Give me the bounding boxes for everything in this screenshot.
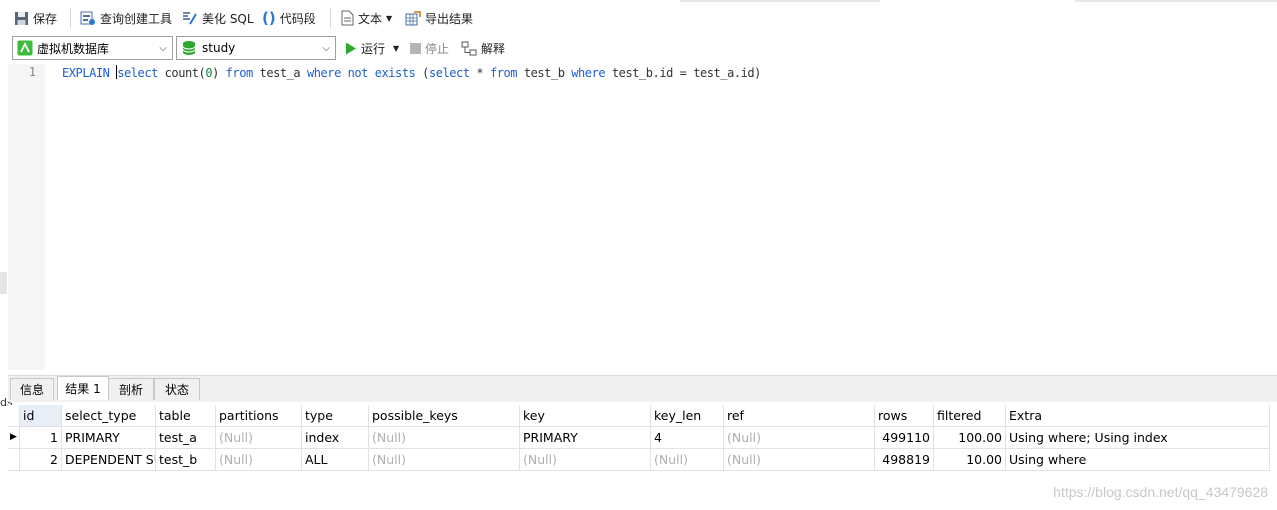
- column-header[interactable]: key: [520, 405, 651, 427]
- main-toolbar: 保存 查询创建工具 美化 SQL () 代码段 文本 ▼ 导出结果: [0, 0, 1277, 34]
- database-name: study: [202, 41, 236, 55]
- editor-gutter: [8, 64, 45, 370]
- save-icon: [15, 11, 28, 25]
- text-menu-button[interactable]: 文本 ▼: [341, 8, 392, 28]
- toolbar-divider: [330, 8, 331, 28]
- run-label: 运行: [361, 41, 386, 56]
- cell-rows[interactable]: 499110: [875, 427, 934, 449]
- query-builder-button[interactable]: 查询创建工具: [80, 8, 172, 28]
- cell-partitions[interactable]: (Null): [216, 427, 302, 449]
- column-header[interactable]: table: [156, 405, 216, 427]
- sql-editor[interactable]: EXPLAIN select count(0) from test_a wher…: [62, 65, 761, 80]
- tab-info[interactable]: 信息: [10, 378, 54, 400]
- export-label: 导出结果: [425, 11, 474, 26]
- snippet-button[interactable]: () 代码段: [262, 8, 316, 28]
- tab-result-1[interactable]: 结果 1: [57, 376, 109, 400]
- cell-select-type[interactable]: PRIMARY: [62, 427, 156, 449]
- run-button[interactable]: 运行 ▼: [345, 38, 399, 58]
- stop-button[interactable]: 停止: [410, 38, 449, 58]
- cell-filtered[interactable]: 10.00: [934, 449, 1006, 471]
- connection-name: 虚拟机数据库: [37, 41, 110, 56]
- save-label: 保存: [33, 11, 58, 26]
- stop-label: 停止: [425, 41, 450, 56]
- column-header[interactable]: ref: [724, 405, 875, 427]
- cell-id[interactable]: 2: [20, 449, 62, 471]
- tab-strip-edge: [1075, 0, 1277, 2]
- connection-icon: [17, 40, 33, 56]
- explain-button[interactable]: 解释: [461, 38, 505, 58]
- cell-table[interactable]: test_a: [156, 427, 216, 449]
- column-header[interactable]: filtered: [934, 405, 1006, 427]
- cell-ref[interactable]: (Null): [724, 427, 875, 449]
- row-marker: [8, 449, 20, 471]
- cell-key[interactable]: (Null): [520, 449, 651, 471]
- cell-select-type[interactable]: DEPENDENT SUBQUERY: [62, 449, 156, 471]
- current-row-marker: ▶: [8, 427, 20, 449]
- query-builder-label: 查询创建工具: [100, 11, 173, 26]
- beautify-label: 美化 SQL: [202, 11, 254, 26]
- explain-icon: [461, 41, 477, 55]
- table-row[interactable]: ▶ 1 PRIMARY test_a (Null) index (Null) P…: [8, 427, 1270, 449]
- save-button[interactable]: 保存: [14, 8, 57, 28]
- cell-key-len[interactable]: (Null): [651, 449, 724, 471]
- line-number: 1: [28, 65, 36, 79]
- document-icon: [341, 10, 354, 26]
- cell-partitions[interactable]: (Null): [216, 449, 302, 471]
- chevron-down-icon: ▼: [386, 13, 393, 23]
- brackets-icon: (): [262, 9, 276, 27]
- column-header[interactable]: partitions: [216, 405, 302, 427]
- connection-select[interactable]: 虚拟机数据库 ⌵: [12, 36, 173, 60]
- column-header[interactable]: type: [302, 405, 369, 427]
- toolbar-divider: [70, 8, 71, 28]
- text-label: 文本: [358, 11, 383, 26]
- column-header[interactable]: id: [20, 405, 62, 427]
- chevron-down-icon: ▼: [393, 43, 400, 53]
- export-results-button[interactable]: 导出结果: [405, 8, 473, 28]
- splitter-handle[interactable]: [0, 272, 7, 294]
- column-header[interactable]: possible_keys: [369, 405, 520, 427]
- cell-id[interactable]: 1: [20, 427, 62, 449]
- export-icon: [405, 10, 421, 25]
- play-icon: [346, 42, 356, 54]
- row-pointer-icon: ▶: [10, 432, 17, 442]
- database-icon: [182, 41, 196, 55]
- query-builder-icon: [80, 11, 95, 25]
- cell-ref[interactable]: (Null): [724, 449, 875, 471]
- column-header[interactable]: key_len: [651, 405, 724, 427]
- database-select[interactable]: study ⌵: [176, 36, 336, 60]
- grid-header-row: id select_type table partitions type pos…: [8, 405, 1270, 427]
- cell-possible-keys[interactable]: (Null): [369, 449, 520, 471]
- tab-status[interactable]: 状态: [154, 378, 200, 400]
- stop-icon: [410, 42, 421, 54]
- table-row[interactable]: 2 DEPENDENT SUBQUERY test_b (Null) ALL (…: [8, 449, 1270, 471]
- snippet-label: 代码段: [279, 11, 316, 26]
- tab-strip-edge: [680, 0, 880, 2]
- beautify-icon: [183, 12, 197, 25]
- cell-rows[interactable]: 498819: [875, 449, 934, 471]
- watermark-text: https://blog.csdn.net/qq_43479628: [1053, 484, 1268, 500]
- cell-type[interactable]: index: [302, 427, 369, 449]
- chevron-down-icon: ⌵: [159, 43, 167, 54]
- cell-type[interactable]: ALL: [302, 449, 369, 471]
- header-corner: [8, 405, 20, 427]
- cell-possible-keys[interactable]: (Null): [369, 427, 520, 449]
- cell-extra[interactable]: Using where; Using index: [1006, 427, 1270, 449]
- cell-extra[interactable]: Using where: [1006, 449, 1270, 471]
- beautify-sql-button[interactable]: 美化 SQL: [181, 8, 254, 28]
- cell-table[interactable]: test_b: [156, 449, 216, 471]
- chevron-down-icon: ⌵: [322, 43, 330, 54]
- cell-key[interactable]: PRIMARY: [520, 427, 651, 449]
- cell-filtered[interactable]: 100.00: [934, 427, 1006, 449]
- column-header[interactable]: select_type: [62, 405, 156, 427]
- column-header[interactable]: Extra: [1006, 405, 1270, 427]
- column-header[interactable]: rows: [875, 405, 934, 427]
- cell-key-len[interactable]: 4: [651, 427, 724, 449]
- tab-profile[interactable]: 剖析: [108, 378, 154, 400]
- explain-label: 解释: [481, 41, 506, 56]
